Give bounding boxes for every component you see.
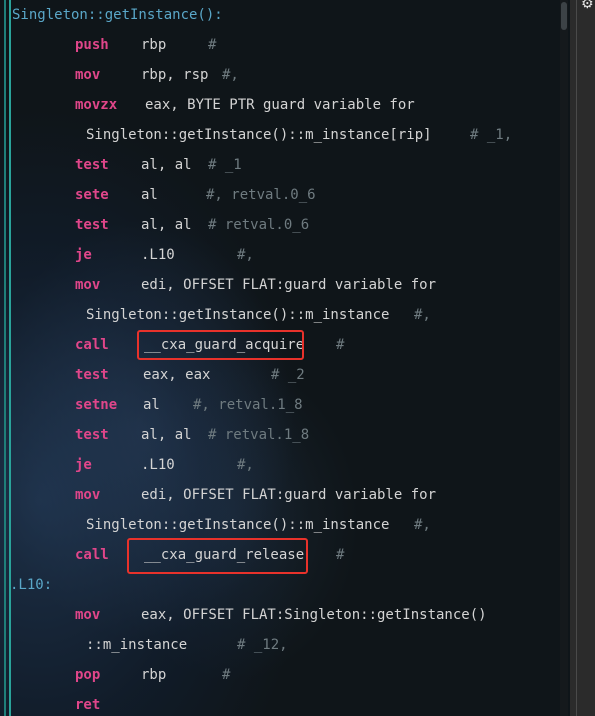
instruction-op: mov — [75, 607, 101, 623]
instruction-op: mov — [75, 67, 101, 83]
instruction-args: al — [141, 187, 158, 203]
instruction-comment: # — [336, 547, 345, 563]
instruction-op: test — [75, 157, 109, 173]
instruction-args: rbp, rsp — [141, 67, 209, 83]
instruction-args: edi, OFFSET FLAT:guard variable for — [141, 277, 437, 293]
instruction-op: setne — [75, 397, 118, 413]
instruction-op: sete — [75, 187, 109, 203]
instruction-op: je — [75, 457, 92, 473]
instruction-args: al, al — [141, 427, 192, 443]
instruction-comment: #, — [414, 517, 431, 533]
instruction-op: call — [75, 547, 109, 563]
instruction-op: test — [75, 217, 109, 233]
instruction-op: je — [75, 247, 92, 263]
instruction-op: call — [75, 337, 109, 353]
instruction-args: eax, OFFSET FLAT:Singleton::getInstance(… — [141, 607, 487, 623]
instruction-comment: # _1 — [208, 157, 242, 173]
gutter-guide-inner — [9, 0, 11, 716]
instruction-op: movzx — [75, 97, 118, 113]
instruction-comment: #, — [222, 67, 239, 83]
instruction-comment: # _2 — [271, 367, 305, 383]
instruction-op: test — [75, 367, 109, 383]
l10-label: .L10: — [10, 577, 53, 593]
instruction-comment: #, — [414, 307, 431, 323]
instruction-args: Singleton::getInstance()::m_instance — [86, 307, 390, 323]
instruction-comment: #, retval.0_6 — [206, 187, 316, 203]
instruction-args: Singleton::getInstance()::m_instance[rip… — [86, 127, 432, 143]
instruction-args: Singleton::getInstance()::m_instance — [86, 517, 390, 533]
instruction-args: al — [143, 397, 160, 413]
instruction-comment: # _12, — [237, 637, 288, 653]
instruction-args: .L10 — [141, 247, 175, 263]
panel-divider — [576, 0, 577, 716]
instruction-op: pop — [75, 667, 101, 683]
instruction-args: ::m_instance — [86, 637, 188, 653]
instruction-comment: #, — [237, 247, 254, 263]
instruction-comment: #, — [237, 457, 254, 473]
gutter-guide — [4, 0, 6, 716]
instruction-op: test — [75, 427, 109, 443]
instruction-comment: # retval.1_8 — [208, 427, 310, 443]
highlight-box-acquire — [137, 330, 304, 360]
instruction-args: eax, eax — [143, 367, 211, 383]
function-label: Singleton::getInstance(): — [12, 7, 223, 23]
instruction-op: push — [75, 37, 109, 53]
instruction-op: ret — [75, 697, 101, 713]
instruction-args: al, al — [141, 157, 192, 173]
instruction-comment: #, retval.1_8 — [193, 397, 303, 413]
instruction-comment: # _1, — [470, 127, 513, 143]
instruction-args: eax, BYTE PTR guard variable for — [145, 97, 415, 113]
instruction-comment: # — [208, 37, 217, 53]
instruction-op: mov — [75, 277, 101, 293]
instruction-comment: # — [336, 337, 345, 353]
instruction-args: edi, OFFSET FLAT:guard variable for — [141, 487, 437, 503]
gear-icon[interactable]: ⚙ — [581, 0, 594, 12]
instruction-args: rbp — [141, 37, 167, 53]
instruction-op: mov — [75, 487, 101, 503]
vertical-scrollbar[interactable] — [560, 0, 568, 716]
scrollbar-thumb[interactable] — [561, 2, 567, 30]
instruction-args: .L10 — [141, 457, 175, 473]
instruction-args: al, al — [141, 217, 192, 233]
side-panel — [570, 0, 595, 716]
instruction-comment: # — [222, 667, 231, 683]
highlight-box-release — [127, 538, 308, 574]
instruction-args: rbp — [141, 667, 167, 683]
instruction-comment: # retval.0_6 — [208, 217, 310, 233]
